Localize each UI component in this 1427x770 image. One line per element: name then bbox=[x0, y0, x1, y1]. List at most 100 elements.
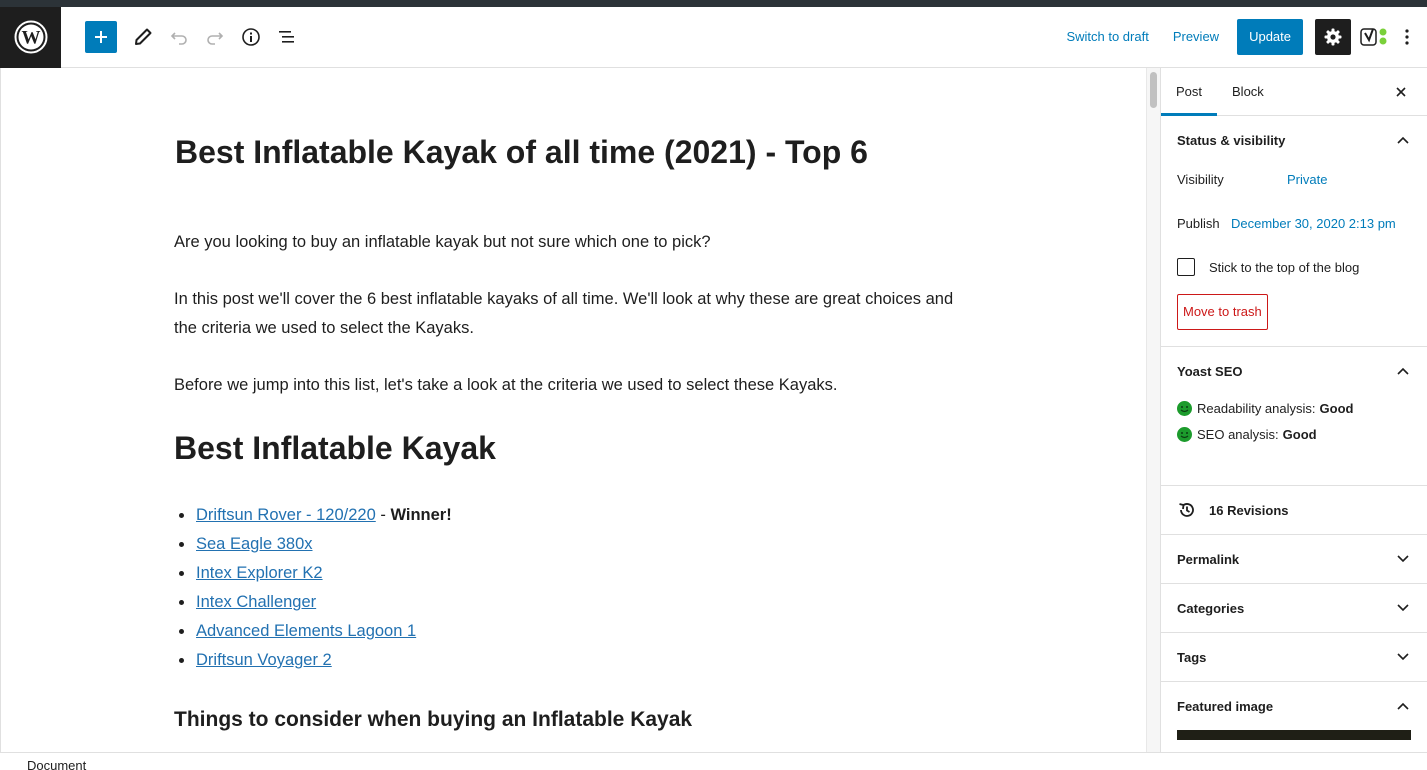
status-visibility-panel: Status & visibility Visibility Private P… bbox=[1161, 116, 1427, 347]
wordpress-icon: W bbox=[14, 20, 47, 54]
editor-canvas[interactable]: Best Inflatable Kayak of all time (2021)… bbox=[0, 68, 1146, 752]
yoast-seo-panel: Yoast SEO Readability analysis: Good SEO… bbox=[1161, 347, 1427, 486]
publish-row: Publish December 30, 2020 2:13 pm bbox=[1161, 198, 1427, 248]
featured-image-panel: Featured image bbox=[1161, 682, 1427, 740]
chevron-up-icon bbox=[1395, 132, 1411, 148]
tags-toggle[interactable]: Tags bbox=[1161, 633, 1427, 681]
list-item: Intex Challenger bbox=[174, 588, 452, 617]
product-link[interactable]: Driftsun Rover - 120/220 bbox=[196, 506, 376, 524]
sidebar-tabs: Post Block bbox=[1161, 68, 1427, 116]
trash-row: Move to trash bbox=[1161, 286, 1427, 346]
redo-button[interactable] bbox=[197, 19, 233, 55]
yoast-seo-button[interactable] bbox=[1357, 19, 1393, 55]
settings-sidebar: Post Block Status & visibility Visibilit… bbox=[1160, 68, 1427, 752]
breadcrumb-document[interactable]: Document bbox=[27, 758, 86, 770]
close-icon bbox=[1396, 87, 1406, 97]
product-link[interactable]: Advanced Elements Lagoon 1 bbox=[196, 622, 416, 640]
revisions-button[interactable]: 16 Revisions bbox=[1161, 486, 1427, 534]
chevron-up-icon bbox=[1395, 363, 1411, 379]
yoast-icon bbox=[1360, 28, 1387, 46]
outline-button[interactable] bbox=[269, 19, 305, 55]
winner-label: Winner! bbox=[390, 506, 452, 524]
chevron-down-icon bbox=[1395, 600, 1411, 616]
tab-block[interactable]: Block bbox=[1217, 68, 1279, 115]
heading-block[interactable]: Best Inflatable Kayak bbox=[174, 430, 496, 467]
paragraph-block[interactable]: In this post we'll cover the 6 best infl… bbox=[174, 285, 954, 343]
update-button[interactable]: Update bbox=[1237, 19, 1303, 55]
plus-icon bbox=[95, 31, 107, 43]
block-breadcrumb-bar: Document bbox=[0, 752, 1427, 770]
revisions-label: 16 Revisions bbox=[1209, 502, 1289, 518]
sticky-label: Stick to the top of the blog bbox=[1209, 259, 1360, 275]
more-vertical-icon bbox=[1405, 29, 1409, 45]
product-link[interactable]: Sea Eagle 380x bbox=[196, 535, 313, 553]
preview-button[interactable]: Preview bbox=[1161, 19, 1231, 55]
paragraph-block[interactable]: Before we jump into this list, let's tak… bbox=[174, 371, 954, 400]
list-item: Sea Eagle 380x bbox=[174, 530, 452, 559]
categories-toggle[interactable]: Categories bbox=[1161, 584, 1427, 632]
post-title[interactable]: Best Inflatable Kayak of all time (2021)… bbox=[175, 134, 868, 171]
switch-to-draft-button[interactable]: Switch to draft bbox=[1054, 19, 1160, 55]
undo-button[interactable] bbox=[161, 19, 197, 55]
product-link[interactable]: Intex Challenger bbox=[196, 593, 316, 611]
publish-date-toggle[interactable]: December 30, 2020 2:13 pm bbox=[1231, 216, 1396, 231]
tags-panel: Tags bbox=[1161, 633, 1427, 682]
list-item: Driftsun Rover - 120/220 - Winner! bbox=[174, 501, 452, 530]
add-block-button[interactable] bbox=[85, 21, 117, 53]
status-visibility-toggle[interactable]: Status & visibility bbox=[1161, 116, 1427, 164]
list-item: Advanced Elements Lagoon 1 bbox=[174, 617, 452, 646]
paragraph-block[interactable]: Are you looking to buy an inflatable kay… bbox=[174, 228, 954, 257]
editor-scrollbar[interactable] bbox=[1146, 68, 1160, 752]
heading-block[interactable]: Things to consider when buying an Inflat… bbox=[174, 708, 692, 732]
details-button[interactable] bbox=[233, 19, 269, 55]
redo-icon bbox=[207, 32, 224, 45]
info-icon bbox=[242, 28, 260, 46]
tab-post[interactable]: Post bbox=[1161, 68, 1218, 116]
tools-button[interactable] bbox=[125, 19, 161, 55]
chevron-down-icon bbox=[1395, 649, 1411, 665]
undo-icon bbox=[170, 32, 187, 45]
panel-title: Permalink bbox=[1177, 551, 1240, 567]
settings-button[interactable] bbox=[1315, 19, 1351, 55]
visibility-toggle[interactable]: Private bbox=[1287, 172, 1327, 187]
pencil-icon bbox=[135, 28, 152, 45]
list-view-icon bbox=[279, 31, 294, 43]
list-item: Intex Explorer K2 bbox=[174, 559, 452, 588]
readability-score: Good bbox=[1319, 400, 1354, 416]
panel-title: Tags bbox=[1177, 649, 1207, 665]
close-sidebar-button[interactable] bbox=[1391, 82, 1411, 102]
revisions-panel: 16 Revisions bbox=[1161, 486, 1427, 535]
seo-analysis-row[interactable]: SEO analysis: Good bbox=[1161, 421, 1427, 447]
panel-title: Categories bbox=[1177, 600, 1245, 616]
wordpress-logo-button[interactable]: W bbox=[0, 6, 61, 68]
readability-row[interactable]: Readability analysis: Good bbox=[1161, 395, 1427, 421]
product-link[interactable]: Intex Explorer K2 bbox=[196, 564, 323, 582]
list-item: Driftsun Voyager 2 bbox=[174, 646, 452, 675]
panel-title: Featured image bbox=[1177, 698, 1274, 714]
list-block[interactable]: Driftsun Rover - 120/220 - Winner! Sea E… bbox=[174, 501, 452, 675]
smiley-good-icon bbox=[1177, 400, 1192, 416]
move-to-trash-button[interactable]: Move to trash bbox=[1177, 294, 1268, 330]
featured-image-thumbnail[interactable] bbox=[1177, 730, 1411, 740]
seo-analysis-label: SEO analysis: bbox=[1197, 426, 1279, 442]
visibility-label: Visibility bbox=[1177, 171, 1224, 187]
categories-panel: Categories bbox=[1161, 584, 1427, 633]
history-icon bbox=[1179, 503, 1194, 517]
permalink-toggle[interactable]: Permalink bbox=[1161, 535, 1427, 583]
product-link[interactable]: Driftsun Voyager 2 bbox=[196, 651, 332, 669]
seo-analysis-score: Good bbox=[1282, 426, 1317, 442]
panel-title: Yoast SEO bbox=[1177, 363, 1243, 379]
list-item-separator: - bbox=[375, 506, 391, 524]
readability-label: Readability analysis: bbox=[1197, 400, 1316, 416]
visibility-row: Visibility Private bbox=[1161, 160, 1427, 198]
scroll-thumb[interactable] bbox=[1150, 72, 1157, 108]
yoast-seo-toggle[interactable]: Yoast SEO bbox=[1161, 347, 1427, 395]
more-options-button[interactable] bbox=[1395, 19, 1419, 55]
featured-image-toggle[interactable]: Featured image bbox=[1161, 682, 1427, 730]
sticky-checkbox[interactable] bbox=[1177, 258, 1195, 276]
chevron-up-icon bbox=[1395, 698, 1411, 714]
publish-label: Publish bbox=[1177, 215, 1220, 231]
chevron-down-icon bbox=[1395, 551, 1411, 567]
svg-text:W: W bbox=[21, 28, 40, 49]
permalink-panel: Permalink bbox=[1161, 535, 1427, 584]
